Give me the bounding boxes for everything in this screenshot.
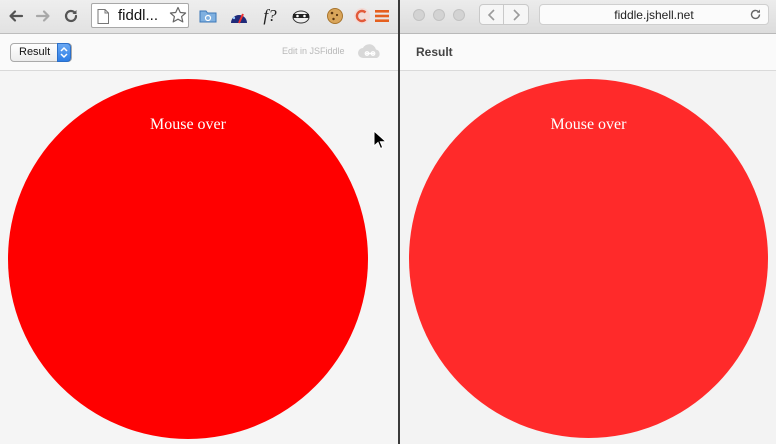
- gauge-icon[interactable]: [229, 6, 249, 26]
- mask-icon[interactable]: [291, 6, 311, 26]
- extension-c-icon[interactable]: [352, 6, 372, 26]
- address-bar[interactable]: fiddle.jshell.net: [539, 4, 769, 25]
- address-text: fiddle.jshell.net: [614, 8, 694, 22]
- result-select[interactable]: Result: [10, 43, 72, 62]
- star-icon[interactable]: [169, 6, 187, 29]
- mouse-over-label: Mouse over: [550, 116, 627, 133]
- mouse-cursor-icon: [373, 130, 387, 150]
- forward-arrow-icon[interactable]: [33, 6, 53, 26]
- result-label: Result: [416, 45, 453, 59]
- folder-icon[interactable]: [198, 6, 218, 26]
- omnibox[interactable]: fiddl...: [91, 3, 189, 28]
- reload-icon[interactable]: [61, 6, 81, 26]
- traffic-light-zoom[interactable]: [453, 9, 465, 21]
- hover-circle-right[interactable]: Mouse over: [409, 79, 768, 438]
- back-arrow-icon[interactable]: [6, 6, 26, 26]
- result-canvas-left: Mouse over: [0, 71, 398, 444]
- cloud-icon[interactable]: [357, 42, 383, 65]
- chevron-updown-icon: [57, 43, 71, 62]
- reload-icon[interactable]: [749, 8, 762, 26]
- back-button[interactable]: [479, 4, 504, 25]
- chevron-right-icon: [513, 8, 521, 21]
- chrome-toolbar: fiddl... f?: [0, 0, 398, 34]
- result-select-value: Result: [19, 46, 51, 58]
- chevron-left-icon: [487, 8, 495, 21]
- fx-icon[interactable]: f?: [260, 6, 280, 26]
- menu-icon[interactable]: [372, 6, 392, 26]
- mouse-over-label: Mouse over: [150, 116, 226, 133]
- page-icon: [97, 9, 109, 29]
- traffic-light-close[interactable]: [413, 9, 425, 21]
- chrome-window: fiddl... f? Result Edit in JSFiddle Mous…: [0, 0, 398, 444]
- traffic-light-minimize[interactable]: [433, 9, 445, 21]
- forward-button[interactable]: [504, 4, 529, 25]
- hover-circle-left[interactable]: Mouse over: [8, 79, 368, 439]
- cookie-icon[interactable]: [325, 6, 345, 26]
- tab-url-text: fiddl...: [118, 7, 159, 24]
- safari-toolbar: fiddle.jshell.net: [400, 0, 776, 34]
- safari-result-bar: Result: [400, 34, 776, 71]
- edit-in-jsfiddle-link[interactable]: Edit in JSFiddle: [282, 46, 345, 56]
- result-canvas-right: Mouse over: [400, 71, 776, 444]
- safari-window: fiddle.jshell.net Result Mouse over: [400, 0, 776, 444]
- jsfiddle-result-bar: Result Edit in JSFiddle: [0, 34, 398, 71]
